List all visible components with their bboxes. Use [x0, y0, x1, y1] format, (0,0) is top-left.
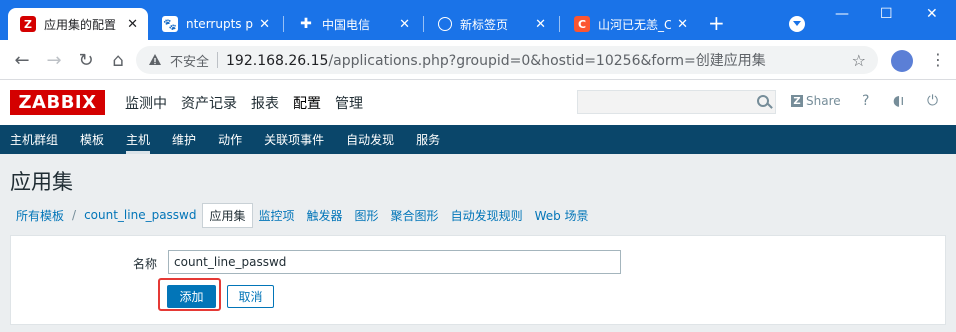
browser-menu-icon[interactable]: ⋮	[930, 50, 946, 69]
zabbix-favicon-icon: Z	[20, 16, 36, 32]
top-nav-inventory[interactable]: 资产记录	[181, 93, 237, 113]
tab-title: 中国电信	[322, 17, 371, 32]
tab-title: 应用集的配置	[44, 17, 117, 32]
tab-close-icon[interactable]: ✕	[127, 17, 138, 32]
top-nav-monitoring[interactable]: 监测中	[125, 93, 167, 113]
globe-favicon-icon	[438, 17, 452, 31]
tab-web-scenarios[interactable]: Web 场景	[529, 204, 595, 227]
sub-nav-host-groups[interactable]: 主机群组	[10, 125, 58, 154]
sub-nav-services[interactable]: 服务	[416, 125, 440, 154]
tab-close-icon[interactable]: ✕	[259, 17, 270, 32]
page-title: 应用集	[10, 170, 73, 194]
tab-discovery-rules[interactable]: 自动发现规则	[445, 204, 529, 227]
help-icon[interactable]: ?	[862, 93, 869, 109]
user-profile-icon[interactable]: ◖ı	[893, 93, 904, 109]
top-nav-reports[interactable]: 报表	[251, 93, 279, 113]
tab-close-icon[interactable]: ✕	[677, 17, 688, 32]
insecure-label: 不安全	[170, 54, 210, 70]
sub-nav-hosts[interactable]: 主机	[126, 125, 151, 154]
search-icon[interactable]	[757, 95, 769, 107]
baidu-paw-favicon-icon: 🐾	[162, 16, 178, 32]
sub-nav: 主机群组 模板 主机 维护 动作 关联项事件 自动发现 服务	[0, 125, 956, 154]
reload-icon[interactable]: ↻	[74, 48, 98, 72]
new-tab-button[interactable]: +	[708, 13, 725, 33]
tab-items[interactable]: 监控项	[253, 204, 301, 227]
application-form	[10, 235, 946, 325]
tab-triggers[interactable]: 触发器	[301, 204, 349, 227]
tab-title: 新标签页	[460, 17, 509, 32]
maximize-icon[interactable]: ☐	[880, 6, 893, 22]
name-label: 名称	[133, 257, 158, 271]
tab-search-icon[interactable]	[789, 16, 805, 32]
back-arrow-icon[interactable]: ←	[10, 48, 34, 72]
share-z-icon: Z	[791, 95, 803, 107]
top-nav: 监测中 资产记录 报表 配置 管理	[125, 93, 363, 113]
tab-separator	[423, 16, 424, 32]
sub-nav-actions[interactable]: 动作	[218, 125, 242, 154]
zabbix-logo[interactable]: ZABBIX	[10, 90, 105, 115]
tab-close-icon[interactable]: ✕	[535, 17, 546, 32]
sign-out-icon[interactable]: ⏻	[927, 93, 938, 109]
browser-tab[interactable]: ✚ 中国电信 ✕	[286, 8, 420, 40]
china-telecom-favicon-icon: ✚	[300, 16, 312, 32]
breadcrumb-separator: /	[72, 208, 77, 222]
csdn-favicon-icon: C	[574, 16, 590, 32]
warning-triangle-icon	[148, 53, 162, 67]
sub-nav-event-correlation[interactable]: 关联项事件	[264, 125, 324, 154]
tab-screens[interactable]: 聚合图形	[385, 204, 445, 227]
tab-title: 山河已无恙_C	[598, 17, 672, 32]
share-link[interactable]: Z Share	[791, 94, 841, 108]
top-nav-configuration[interactable]: 配置	[293, 93, 321, 113]
global-search-input[interactable]	[577, 90, 776, 114]
forward-arrow-icon[interactable]: →	[42, 48, 66, 72]
breadcrumb-all-templates[interactable]: 所有模板	[10, 204, 70, 227]
breadcrumb: 所有模板 / count_line_passwd 应用集 监控项 触发器 图形 …	[10, 202, 595, 228]
tab-title: nterrupts pe	[186, 17, 254, 31]
minimize-icon[interactable]: —	[835, 6, 849, 22]
bookmark-star-icon[interactable]: ☆	[852, 51, 866, 70]
tab-separator	[283, 16, 284, 32]
name-field[interactable]	[168, 250, 621, 274]
home-icon[interactable]: ⌂	[106, 48, 130, 72]
url-text: 192.168.26.15/applications.php?groupid=0…	[226, 50, 766, 70]
tab-graphs[interactable]: 图形	[349, 204, 385, 227]
browser-tabstrip: Z 应用集的配置 ✕ 🐾 nterrupts pe ✕ ✚ 中国电信 ✕ 新标签…	[0, 0, 956, 40]
tab-close-icon[interactable]: ✕	[399, 17, 410, 32]
address-divider	[217, 52, 219, 68]
profile-avatar-icon[interactable]	[891, 50, 913, 72]
tab-separator	[559, 16, 560, 32]
browser-tab-active[interactable]: Z 应用集的配置 ✕	[8, 8, 148, 40]
address-bar[interactable]: 不安全 192.168.26.15/applications.php?group…	[136, 46, 878, 74]
sub-nav-templates[interactable]: 模板	[80, 125, 104, 154]
window-close-icon[interactable]: ✕	[926, 6, 938, 22]
add-button[interactable]: 添加	[167, 285, 216, 308]
browser-tab[interactable]: C 山河已无恙_C ✕	[562, 8, 698, 40]
tab-applications[interactable]: 应用集	[202, 202, 253, 228]
sub-nav-discovery[interactable]: 自动发现	[346, 125, 394, 154]
url-host: 192.168.26.15	[226, 53, 329, 69]
browser-toolbar: ← → ↻ ⌂ 不安全 192.168.26.15/applications.p…	[0, 40, 956, 80]
share-label: Share	[806, 94, 841, 108]
sub-nav-maintenance[interactable]: 维护	[172, 125, 196, 154]
browser-tab[interactable]: 新标签页 ✕	[426, 8, 556, 40]
url-path: /applications.php?groupid=0&hostid=10256…	[328, 53, 766, 69]
browser-tab[interactable]: 🐾 nterrupts pe ✕	[150, 8, 280, 40]
cancel-button[interactable]: 取消	[227, 285, 274, 308]
breadcrumb-template[interactable]: count_line_passwd	[78, 205, 202, 225]
top-nav-administration[interactable]: 管理	[335, 93, 363, 113]
